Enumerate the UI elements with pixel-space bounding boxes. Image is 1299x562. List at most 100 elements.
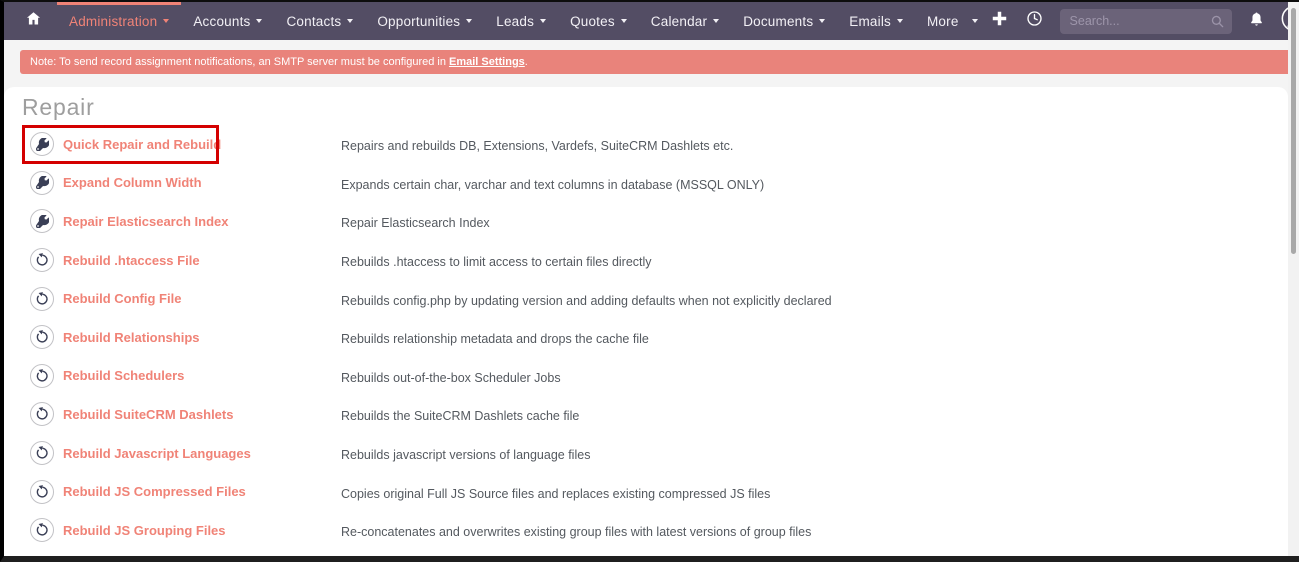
smtp-notice-banner: Note: To send record assignment notifica… [20,50,1294,74]
nav-item-label: Leads [496,14,534,29]
rebuild-icon [30,248,54,272]
nav-item-documents[interactable]: Documents [731,2,837,40]
repair-action-link[interactable]: Rebuild JS Compressed Files [63,484,246,499]
chevron-down-icon [347,19,353,23]
repair-row: Rebuild Config File Rebuilds config.php b… [4,279,1288,318]
repair-row: Rebuild Relationships Rebuilds relationsh… [4,318,1288,357]
nav-item-label: Administration [69,14,157,29]
wrench-icon [30,209,54,233]
recently-viewed-button[interactable] [1025,9,1044,33]
rebuild-icon [30,364,54,388]
global-search[interactable] [1060,9,1232,34]
top-navbar: Administration Accounts Contacts Opportunit… [4,2,1299,40]
wrench-icon [30,171,54,195]
nav-item-label: Opportunities [377,14,460,29]
nav-item-label: Quotes [570,14,615,29]
repair-action-description: Rebuilds javascript versions of language… [341,448,590,462]
repair-row-left: Expand Column Width [30,171,341,195]
page-scrollbar[interactable] [1288,2,1299,556]
quick-create-button[interactable] [990,9,1009,33]
home-icon [25,10,42,32]
navbar-right-cluster [990,2,1299,40]
repair-row-left: Rebuild Config File [30,287,341,311]
chevron-down-icon [713,19,719,23]
bell-icon [1248,10,1265,33]
repair-row: Rebuild JS Grouping FilesRe-concatenates… [4,511,1288,550]
repair-action-link[interactable]: Rebuild JS Grouping Files [63,523,226,538]
rebuild-icon [30,325,54,349]
repair-row: Rebuild .htaccess File Rebuilds .htaccess… [4,241,1288,280]
nav-item-label: Documents [743,14,813,29]
email-settings-link[interactable]: Email Settings [449,56,525,68]
repair-action-description: Repair Elasticsearch Index [341,216,490,230]
nav-item-administration[interactable]: Administration [57,2,181,40]
repair-row-left: Rebuild JS Compressed Files [30,480,341,504]
repair-row: Rebuild SuiteCRM DashletsRebuilds the Su… [4,395,1288,434]
repair-row-left: Quick Repair and Rebuild [30,132,341,156]
page-title: Repair [22,92,1288,123]
nav-item-calendar[interactable]: Calendar [639,2,731,40]
nav-item-quotes[interactable]: Quotes [558,2,639,40]
chevron-down-icon [256,19,262,23]
repair-action-link[interactable]: Expand Column Width [63,175,202,190]
chevron-down-icon [819,19,825,23]
chevron-down-icon [540,19,546,23]
repair-action-description: Repairs and rebuilds DB, Extensions, Var… [341,139,733,153]
repair-action-description: Copies original Full JS Source files and… [341,487,770,501]
repair-row [4,550,1288,562]
repair-row: Repair Elasticsearch Index Repair Elastic… [4,202,1288,241]
nav-home-button[interactable] [4,2,57,40]
nav-item-contacts[interactable]: Contacts [274,2,365,40]
repair-action-description: Expands certain char, varchar and text c… [341,178,764,192]
chevron-down-icon [621,19,627,23]
repair-action-description: Rebuilds out-of-the-box Scheduler Jobs [341,371,561,385]
nav-item-label: More [927,14,959,29]
repair-action-link[interactable]: Rebuild Relationships [63,330,200,345]
nav-item-emails[interactable]: Emails [837,2,915,40]
repair-row-left: Rebuild Javascript Languages [30,441,341,465]
nav-item-label: Accounts [193,14,250,29]
repair-action-link[interactable]: Repair Elasticsearch Index [63,214,228,229]
nav-item-more[interactable]: More [915,2,990,40]
main-nav: Administration Accounts Contacts Opportunit… [57,2,990,40]
repair-action-link[interactable]: Rebuild SuiteCRM Dashlets [63,407,233,422]
repair-action-link[interactable]: Rebuild Schedulers [63,368,184,383]
nav-item-opportunities[interactable]: Opportunities [365,2,484,40]
repair-action-link[interactable]: Rebuild .htaccess File [63,253,200,268]
repair-row: Expand Column Width Expands certain char,… [4,164,1288,203]
repair-row: Quick Repair and Rebuild Repairs and rebu… [4,125,1288,164]
history-clock-icon [1025,9,1044,33]
search-input[interactable] [1060,9,1232,34]
rebuild-icon [30,402,54,426]
chevron-down-icon [897,19,903,23]
chevron-down-icon [466,19,472,23]
notice-suffix: . [525,56,528,68]
nav-item-accounts[interactable]: Accounts [181,2,274,40]
scrollbar-thumb[interactable] [1291,8,1296,254]
repair-action-description: Rebuilds relationship metadata and drops… [341,332,649,346]
repair-row-left: Rebuild SuiteCRM Dashlets [30,402,341,426]
nav-item-leads[interactable]: Leads [484,2,558,40]
repair-row: Rebuild JS Compressed Files Copies origin… [4,472,1288,511]
chevron-down-icon [163,19,169,23]
repair-action-link[interactable]: Rebuild Javascript Languages [63,446,251,461]
repair-list: Quick Repair and Rebuild Repairs and rebu… [4,125,1288,562]
search-icon [1210,14,1225,34]
plus-icon [990,9,1009,33]
repair-action-description: Rebuilds config.php by updating version … [341,294,832,308]
notifications-button[interactable] [1248,10,1265,33]
repair-row: Rebuild Schedulers Rebuilds out-of-the-bo… [4,357,1288,396]
repair-action-link[interactable]: Rebuild Config File [63,291,181,306]
nav-item-label: Emails [849,14,891,29]
repair-action-link[interactable]: Quick Repair and Rebuild [63,137,221,152]
repair-row-left: Rebuild JS Grouping Files [30,518,341,542]
repair-row-left: Repair Elasticsearch Index [30,209,341,233]
nav-item-label: Contacts [286,14,341,29]
rebuild-icon [30,557,54,562]
rebuild-icon [30,287,54,311]
repair-action-description: Rebuilds .htaccess to limit access to ce… [341,255,652,269]
repair-row-left: Rebuild .htaccess File [30,248,341,272]
nav-item-label: Calendar [651,14,707,29]
content-panel: Repair Quick Repair and Rebuild Repairs a… [4,87,1288,556]
repair-row-left: Rebuild Relationships [30,325,341,349]
